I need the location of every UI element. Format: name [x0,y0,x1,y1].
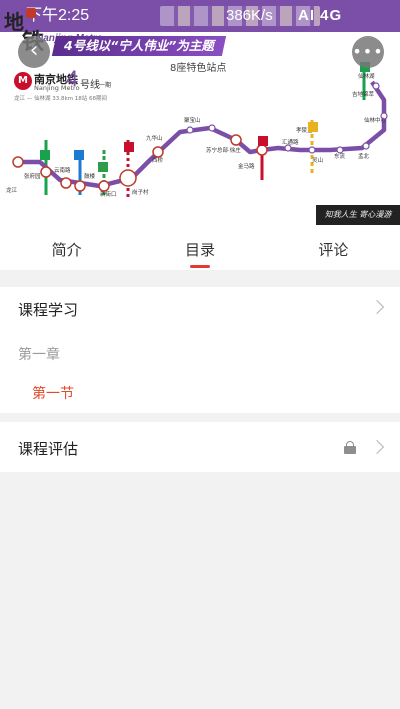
station-interchange-7 [230,134,242,146]
label-jiahewufeng: 吉地锦萃 [352,90,375,98]
label-xiqiao: 西桥 [152,156,164,164]
label-xianlinzhongxin: 仙林中心 [364,116,387,124]
station-small-8 [372,82,380,90]
tab-catalog[interactable]: 目录 [133,225,266,270]
label-huitong: 汇通路 [282,138,299,146]
station-small-5 [336,146,344,154]
chevron-left-icon: ‹ [29,38,39,63]
course-cover-banner: 下午2:25 386K/s AI 4G 地 铁 Nanjing Metro 4号… [0,0,400,225]
course-evaluation-title: 课程评估 [18,440,79,458]
tab-intro-label: 简介 [51,241,82,259]
station-interchange-5 [119,169,137,187]
label-xinjiekou: 新街口 [100,190,117,198]
label-zhangfuyuan: 张府园 [24,172,41,180]
station-longjiang [12,156,24,168]
tab-comments-label: 评论 [318,241,349,259]
label-dongliu: 东流 [334,152,346,160]
course-study-section: 课程学习 第一章 第一节 [0,287,400,413]
station-interchange-4 [98,180,110,192]
station-interchange-8 [256,144,268,156]
section-item[interactable]: 第一节 [32,383,74,403]
label-yunnan: 云南路 [54,166,71,174]
course-evaluation-section: 课程评估 [0,422,400,472]
chevron-right-icon [369,439,385,455]
back-button[interactable]: ‹ [18,36,50,68]
badge-line-7 [40,150,50,160]
station-interchange-2 [60,177,72,189]
label-jiumahu: 九华山 [146,134,163,142]
chevron-right-icon [369,299,385,315]
tab-catalog-label: 目录 [184,241,215,259]
station-interchange-6 [152,146,164,158]
label-jiangning: 苏宁总部·徐庄 [206,146,241,154]
course-tabs: 简介 目录 评论 [0,225,400,270]
station-small-1 [186,126,194,134]
label-xianlinhu: 仙林湖 [358,72,375,80]
tab-intro[interactable]: 简介 [0,225,133,270]
tab-active-indicator [189,265,210,268]
badge-line-1 [74,150,84,160]
station-small-6 [362,142,370,150]
station-small-4 [308,146,316,154]
label-jinmalu: 金马路 [238,162,255,170]
line-4-route [16,80,387,189]
label-mengbei: 孟北 [358,152,370,160]
badge-line-s6 [308,122,318,132]
metro-route-map: 仙林湖 吉地锦萃 仙林中心 孟北 东流 灵山 汇通路 孝陵卫 金马路 苏宁总部·… [6,62,388,200]
station-interchange-3 [74,180,86,192]
label-gulou: 鼓楼 [84,172,96,180]
badge-line-2b [258,136,268,146]
label-gang: 岗子村 [132,188,149,196]
lock-icon [344,441,356,454]
badge-line-s [98,162,108,172]
tab-comments[interactable]: 评论 [267,225,400,270]
course-study-title: 课程学习 [18,301,79,319]
course-study-row[interactable]: 课程学习 [0,287,400,327]
station-small-2 [208,124,216,132]
badge-line-2 [124,142,134,152]
ellipsis-icon: ••• [352,42,384,61]
signature-stamp: 知我人生 寄心漫游 [316,205,400,225]
label-longjiang: 龙江 [6,186,18,194]
label-jurong: 聚宝山 [184,116,201,124]
more-options-button[interactable]: ••• [352,36,384,68]
station-interchange-1 [40,166,52,178]
chapter-label: 第一章 [18,347,60,363]
course-evaluation-row[interactable]: 课程评估 [0,422,400,472]
label-linshan: 灵山 [312,156,323,164]
